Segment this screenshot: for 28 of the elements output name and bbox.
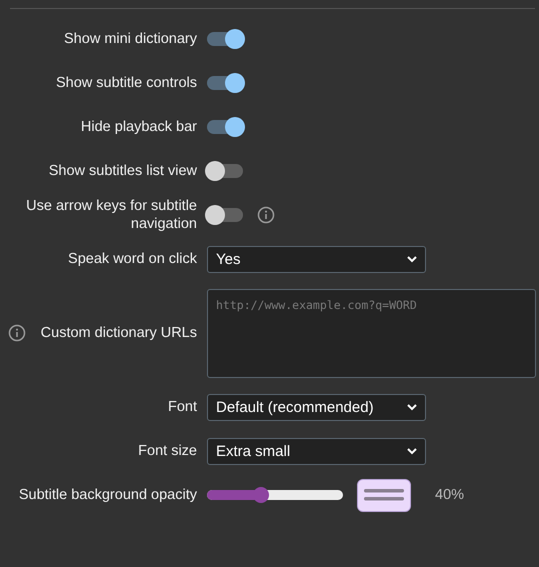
setting-label: Show subtitles list view — [48, 162, 197, 180]
setting-label: Font size — [137, 442, 197, 460]
slider[interactable] — [207, 490, 343, 500]
toggle-switch[interactable] — [207, 76, 243, 90]
setting-label: Custom dictionary URLs — [40, 324, 197, 342]
dropdown[interactable]: Default (recommended) — [207, 394, 426, 420]
info-icon[interactable] — [257, 206, 275, 224]
dropdown[interactable]: Yes — [207, 246, 426, 272]
setting-label: Use arrow keys for subtitle navigation — [25, 197, 197, 233]
chevron-down-icon — [407, 404, 417, 410]
opacity-value: 40% — [435, 487, 464, 503]
input-field[interactable]: http://www.example.com?q=WORD — [207, 288, 536, 378]
info-icon[interactable] — [8, 324, 26, 342]
setting-label: Show mini dictionary — [63, 30, 197, 48]
preview-button[interactable] — [357, 478, 411, 512]
setting-label: Hide playback bar — [80, 118, 197, 136]
lines-icon — [364, 488, 404, 502]
toggle-switch[interactable] — [207, 208, 243, 222]
dropdown[interactable]: Extra small — [207, 438, 426, 464]
toggle-switch[interactable] — [207, 120, 243, 134]
setting-label: Font — [166, 398, 197, 416]
setting-label: Subtitle background opacity — [18, 486, 197, 504]
chevron-down-icon — [407, 256, 417, 262]
chevron-down-icon — [407, 448, 417, 454]
toggle-switch[interactable] — [207, 164, 243, 178]
toggle-switch[interactable] — [207, 32, 243, 46]
setting-label: Speak word on click — [67, 250, 197, 268]
setting-label: Show subtitle controls — [54, 74, 197, 92]
